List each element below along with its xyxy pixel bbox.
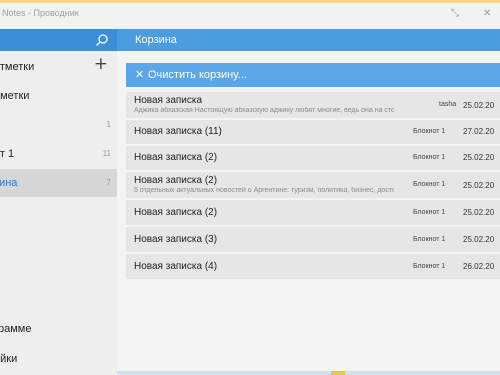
note-notebook: tasha <box>439 101 457 108</box>
taskbar-strip <box>117 371 500 375</box>
note-title: Новая записка <box>134 95 203 106</box>
sidebar: отметки + аметки 1 от 1 11 зина 7 грамме… <box>0 29 117 375</box>
sidebar-item-label: аметки <box>0 90 30 102</box>
note-notebook: Блокнот 1 <box>413 128 446 135</box>
note-notebook: Блокнот 1 <box>413 181 446 188</box>
note-notebook: Блокнот 1 <box>413 209 446 216</box>
sidebar-item-count: 11 <box>102 149 111 158</box>
list-item[interactable]: Новая записка Аджика абхазская Настоящую… <box>126 92 500 118</box>
sidebar-item-notebook-a[interactable]: 1 <box>0 111 117 139</box>
sidebar-item-label: отметки <box>0 61 35 73</box>
empty-trash-label: Очистить корзину... <box>148 69 247 81</box>
main-pane: Корзина ✕ Очистить корзину... Новая запи… <box>117 29 500 375</box>
sidebar-item-label: зина <box>0 177 18 189</box>
note-date: 26.02.20 <box>463 262 495 271</box>
list-item[interactable]: Новая записка (2) Блокнот 1 25.02.20 <box>126 146 500 170</box>
empty-trash-button[interactable]: ✕ Очистить корзину... <box>126 63 500 87</box>
sidebar-item-label: ойки <box>0 353 18 365</box>
note-notebook: Блокнот 1 <box>413 263 446 270</box>
note-title: Новая записка (2) <box>134 175 218 186</box>
note-date: 27.02.20 <box>463 127 495 136</box>
note-notebook: Блокнот 1 <box>413 236 446 243</box>
sidebar-item-count: 7 <box>106 178 111 187</box>
page-title: Корзина <box>135 34 177 46</box>
title-bar: Notes - Проводник ⤡ ✕ <box>0 0 500 29</box>
sidebar-item-trash[interactable]: зина 7 <box>0 169 117 197</box>
main-header: Корзина <box>117 29 500 51</box>
restore-icon[interactable]: ⤡ <box>451 8 459 19</box>
sidebar-item-label: грамме <box>0 323 32 335</box>
note-notebook: Блокнот 1 <box>413 154 446 161</box>
search-icon[interactable] <box>95 33 109 47</box>
note-title: Новая записка (3) <box>134 234 218 245</box>
note-title: Новая записка (2) <box>134 152 218 163</box>
note-date: 25.02.20 <box>463 235 495 244</box>
list-item[interactable]: Новая записка (2) Блокнот 1 25.02.20 <box>126 200 500 225</box>
sidebar-item-count: 1 <box>106 120 111 129</box>
add-note-icon[interactable]: + <box>94 56 108 73</box>
notes-list: Новая записка Аджика абхазская Настоящую… <box>126 92 500 288</box>
sidebar-header <box>0 29 117 51</box>
sidebar-item-all-notes[interactable]: отметки + <box>0 53 117 81</box>
note-date: 25.02.20 <box>463 153 495 162</box>
list-item[interactable]: Новая записка (3) Блокнот 1 25.02.20 <box>126 227 500 252</box>
sidebar-item-notebook-1[interactable]: от 1 11 <box>0 140 117 168</box>
sidebar-item-settings[interactable]: ойки <box>0 345 117 373</box>
list-item[interactable]: Новая записка (2) 5 отдельных актуальных… <box>126 172 500 198</box>
close-icon: ✕ <box>135 68 145 81</box>
note-date: 25.02.20 <box>463 101 495 110</box>
list-item[interactable]: Новая записка (11) Блокнот 1 27.02.20 <box>126 120 500 144</box>
close-icon[interactable]: ✕ <box>483 8 491 19</box>
window-title: Notes - Проводник <box>2 8 79 18</box>
note-title: Новая записка (11) <box>134 126 222 137</box>
taskbar-accent <box>331 371 345 375</box>
note-date: 25.02.20 <box>463 181 495 190</box>
sidebar-item-about[interactable]: грамме <box>0 315 117 343</box>
note-preview: 5 отдельных актуальных новостей о Аргент… <box>134 187 394 194</box>
note-date: 25.02.20 <box>463 208 495 217</box>
title-bar-accent <box>0 0 500 3</box>
note-title: Новая записка (4) <box>134 261 218 272</box>
sidebar-item-label: от 1 <box>0 148 15 160</box>
note-preview: Аджика абхазская Настоящую абхазскую адж… <box>134 107 394 114</box>
note-title: Новая записка (2) <box>134 207 218 218</box>
sidebar-item-notes[interactable]: аметки <box>0 82 117 110</box>
list-item[interactable]: Новая записка (4) Блокнот 1 26.02.20 <box>126 254 500 279</box>
